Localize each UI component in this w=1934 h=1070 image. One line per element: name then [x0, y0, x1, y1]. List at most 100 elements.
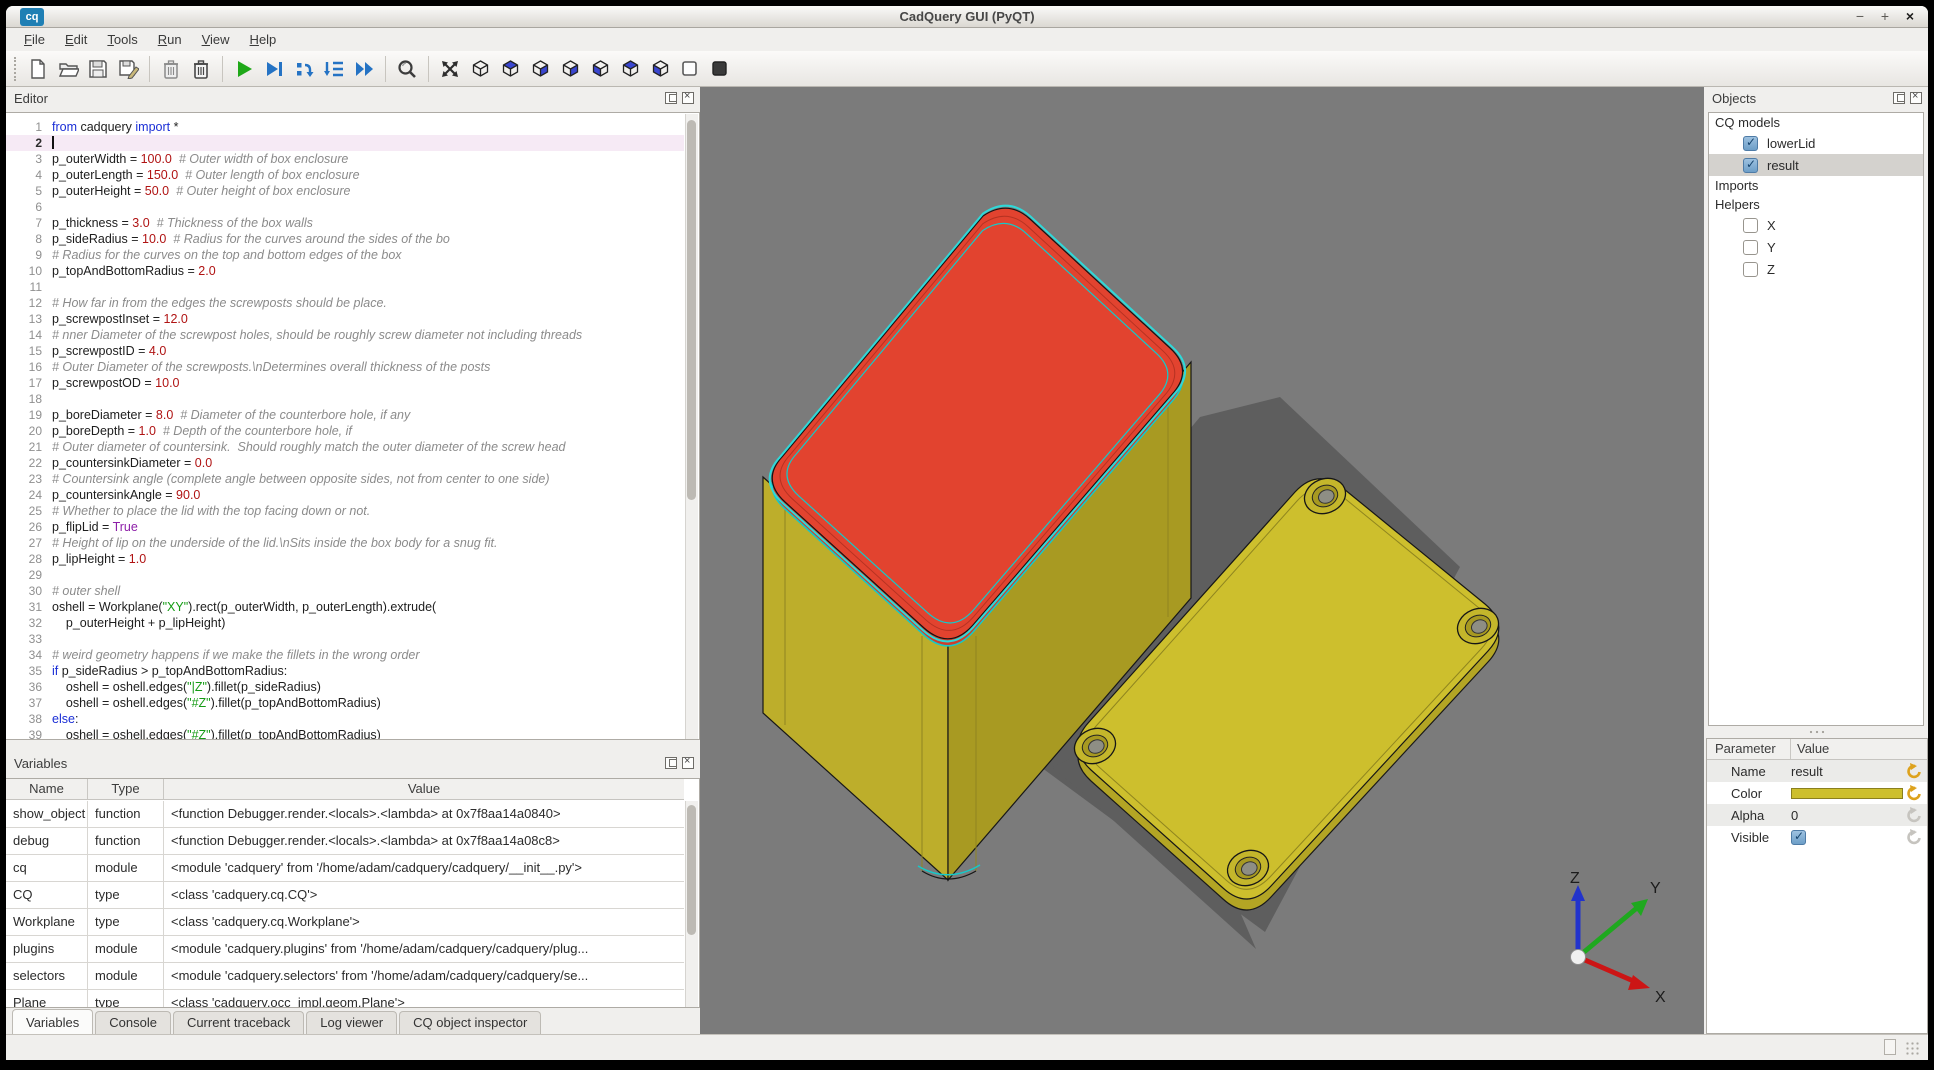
parameter-row-visible[interactable]: Visible: [1707, 826, 1927, 848]
column-header-name[interactable]: Name: [6, 779, 88, 799]
editor-line[interactable]: 29: [6, 567, 684, 583]
maximize-button[interactable]: +: [1877, 9, 1893, 25]
parameter-row-alpha[interactable]: Alpha0: [1707, 804, 1927, 826]
revert-icon[interactable]: [1905, 806, 1925, 824]
titlebar[interactable]: cq CadQuery GUI (PyQT) − + ×: [6, 6, 1928, 28]
visible-checkbox[interactable]: [1791, 830, 1806, 845]
editor-line[interactable]: 30# outer shell: [6, 583, 684, 599]
editor-line[interactable]: 14# nner Diameter of the screwpost holes…: [6, 327, 684, 343]
save-as-icon[interactable]: [114, 55, 142, 83]
zoom-magnifier-icon[interactable]: [393, 55, 421, 83]
view-none-icon[interactable]: [466, 55, 494, 83]
editor-line[interactable]: 32 p_outerHeight + p_lipHeight): [6, 615, 684, 631]
editor-line[interactable]: 31oshell = Workplane("XY").rect(p_outerW…: [6, 599, 684, 615]
parameter-value[interactable]: result: [1791, 764, 1905, 779]
variable-row[interactable]: show_objectfunction<function Debugger.re…: [6, 801, 684, 828]
visibility-checkbox[interactable]: [1743, 262, 1758, 277]
visibility-checkbox[interactable]: [1743, 240, 1758, 255]
editor-line[interactable]: 19p_boreDiameter = 8.0 # Diameter of the…: [6, 407, 684, 423]
save-icon[interactable]: [84, 55, 112, 83]
close-button[interactable]: ×: [1902, 9, 1918, 25]
editor-line[interactable]: 11: [6, 279, 684, 295]
editor-line[interactable]: 28p_lipHeight = 1.0: [6, 551, 684, 567]
editor-line[interactable]: 4p_outerLength = 150.0 # Outer length of…: [6, 167, 684, 183]
editor-line[interactable]: 39 oshell = oshell.edges("#Z").fillet(p_…: [6, 727, 684, 740]
wireframe-toggle-icon[interactable]: [676, 55, 704, 83]
new-file-icon[interactable]: [24, 55, 52, 83]
editor-line[interactable]: 34# weird geometry happens if we make th…: [6, 647, 684, 663]
delete-trash-icon[interactable]: [187, 55, 215, 83]
parameter-value[interactable]: [1791, 830, 1905, 845]
view-left-icon[interactable]: [586, 55, 614, 83]
variable-row[interactable]: pluginsmodule<module 'cadquery.plugins' …: [6, 936, 684, 963]
continue-run-icon[interactable]: [350, 55, 378, 83]
editor-line[interactable]: 13p_screwpostInset = 12.0: [6, 311, 684, 327]
parameter-value[interactable]: [1791, 788, 1905, 799]
menu-view[interactable]: View: [192, 30, 240, 49]
code-editor[interactable]: 1from cadquery import *23p_outerWidth = …: [6, 112, 700, 740]
tab-variables[interactable]: Variables: [12, 1009, 93, 1034]
editor-line[interactable]: 37 oshell = oshell.edges("#Z").fillet(p_…: [6, 695, 684, 711]
tree-item-z[interactable]: Z: [1709, 258, 1923, 280]
editor-line[interactable]: 25# Whether to place the lid with the to…: [6, 503, 684, 519]
viewport-3d[interactable]: Z Y X: [700, 87, 1704, 1034]
view-back-icon[interactable]: [616, 55, 644, 83]
tree-item-y[interactable]: Y: [1709, 236, 1923, 258]
parameter-row-color[interactable]: Color: [1707, 782, 1927, 804]
statusbar-button[interactable]: [1884, 1039, 1896, 1055]
float-panel-icon[interactable]: [1893, 92, 1905, 104]
editor-line[interactable]: 9# Radius for the curves on the top and …: [6, 247, 684, 263]
visibility-checkbox[interactable]: [1743, 158, 1758, 173]
dock-splitter-handle[interactable]: [1808, 729, 1826, 735]
step-over-icon[interactable]: [320, 55, 348, 83]
revert-icon[interactable]: [1905, 784, 1925, 802]
editor-line[interactable]: 1from cadquery import *: [6, 119, 684, 135]
variables-scrollbar-thumb[interactable]: [687, 805, 696, 935]
tree-item-lowerlid[interactable]: lowerLid: [1709, 132, 1923, 154]
menu-help[interactable]: Help: [240, 30, 287, 49]
column-header-type[interactable]: Type: [88, 779, 164, 799]
float-panel-icon[interactable]: [665, 92, 677, 104]
tab-current-traceback[interactable]: Current traceback: [173, 1011, 304, 1034]
editor-line[interactable]: 7p_thickness = 3.0 # Thickness of the bo…: [6, 215, 684, 231]
editor-line[interactable]: 6: [6, 199, 684, 215]
revert-icon[interactable]: [1905, 762, 1925, 780]
editor-line[interactable]: 12# How far in from the edges the screwp…: [6, 295, 684, 311]
view-front-icon[interactable]: [526, 55, 554, 83]
editor-line[interactable]: 18: [6, 391, 684, 407]
tree-item-x[interactable]: X: [1709, 214, 1923, 236]
tree-item-result[interactable]: result: [1709, 154, 1923, 176]
variable-row[interactable]: CQtype<class 'cadquery.cq.CQ'>: [6, 882, 684, 909]
variable-row[interactable]: debugfunction<function Debugger.render.<…: [6, 828, 684, 855]
editor-line[interactable]: 17p_screwpostOD = 10.0: [6, 375, 684, 391]
editor-line[interactable]: 8p_sideRadius = 10.0 # Radius for the cu…: [6, 231, 684, 247]
editor-line[interactable]: 2: [6, 135, 684, 151]
parameter-row-name[interactable]: Nameresult: [1707, 760, 1927, 782]
close-panel-icon[interactable]: [682, 92, 694, 104]
viewport-canvas[interactable]: Z Y X: [700, 87, 1704, 1034]
editor-line[interactable]: 20p_boreDepth = 1.0 # Depth of the count…: [6, 423, 684, 439]
clear-trash-icon[interactable]: [157, 55, 185, 83]
variables-scrollbar[interactable]: [685, 801, 698, 1007]
editor-line[interactable]: 27# Height of lip on the underside of th…: [6, 535, 684, 551]
color-swatch[interactable]: [1791, 788, 1903, 799]
editor-line[interactable]: 15p_screwpostID = 4.0: [6, 343, 684, 359]
parameter-value[interactable]: 0: [1791, 808, 1905, 823]
editor-line[interactable]: 16# Outer Diameter of the screwposts.\nD…: [6, 359, 684, 375]
visibility-checkbox[interactable]: [1743, 218, 1758, 233]
float-panel-icon[interactable]: [665, 757, 677, 769]
editor-line[interactable]: 21# Outer diameter of countersink. Shoul…: [6, 439, 684, 455]
editor-line[interactable]: 3p_outerWidth = 100.0 # Outer width of b…: [6, 151, 684, 167]
editor-line[interactable]: 36 oshell = oshell.edges("|Z").fillet(p_…: [6, 679, 684, 695]
toolbar-drag-handle[interactable]: [14, 57, 19, 81]
tree-group-imports[interactable]: Imports: [1709, 176, 1923, 195]
visibility-checkbox[interactable]: [1743, 136, 1758, 151]
shaded-toggle-icon[interactable]: [706, 55, 734, 83]
menu-edit[interactable]: Edit: [55, 30, 97, 49]
editor-line[interactable]: 24p_countersinkAngle = 90.0: [6, 487, 684, 503]
column-header-value[interactable]: Value: [164, 779, 684, 799]
editor-line[interactable]: 26p_flipLid = True: [6, 519, 684, 535]
debug-run-icon[interactable]: [260, 55, 288, 83]
menu-file[interactable]: File: [14, 30, 55, 49]
resize-grip[interactable]: [1905, 1041, 1920, 1056]
